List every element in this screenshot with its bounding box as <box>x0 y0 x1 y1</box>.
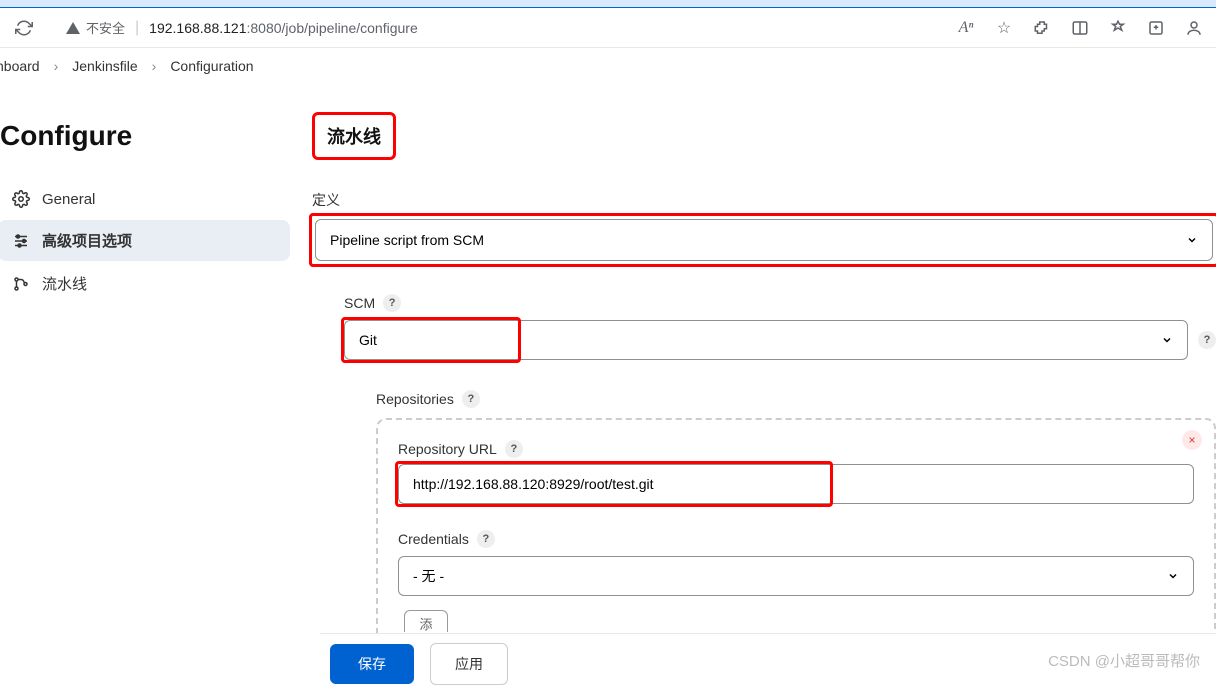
highlight-definition-select: Pipeline script from SCM <box>309 213 1216 267</box>
chevron-down-icon <box>1186 234 1198 246</box>
breadcrumb: hboard › Jenkinsfile › Configuration <box>0 48 1216 84</box>
sliders-icon <box>12 232 30 250</box>
sidebar: Configure General 高级项目选项 流水线 <box>0 84 294 654</box>
address-url[interactable]: 192.168.88.121:8080/job/pipeline/configu… <box>149 20 418 36</box>
help-icon[interactable]: ? <box>477 530 495 548</box>
chevron-down-icon <box>1161 334 1173 346</box>
apply-button[interactable]: 应用 <box>430 643 508 685</box>
breadcrumb-configuration[interactable]: Configuration <box>170 58 253 74</box>
repository-url-input[interactable] <box>398 464 1194 504</box>
watermark: CSDN @小超哥哥帮你 <box>1048 650 1200 671</box>
add-credentials-button[interactable]: 添 <box>404 610 448 632</box>
save-button[interactable]: 保存 <box>330 644 414 684</box>
help-icon[interactable]: ? <box>1198 331 1216 349</box>
insecure-label: 不安全 <box>86 18 125 37</box>
extensions-icon[interactable] <box>1032 18 1052 38</box>
scm-label: SCM ? <box>344 294 1216 312</box>
definition-label: 定义 <box>312 190 1216 210</box>
select-value: Git <box>359 332 377 348</box>
breadcrumb-jenkinsfile[interactable]: Jenkinsfile <box>72 58 137 74</box>
help-icon[interactable]: ? <box>383 294 401 312</box>
sidebar-item-label: General <box>42 191 95 208</box>
credentials-select[interactable]: - 无 - <box>398 556 1194 596</box>
sidebar-item-label: 高级项目选项 <box>42 230 132 251</box>
remove-repository-button[interactable]: × <box>1182 430 1202 450</box>
page-title: Configure <box>0 120 294 152</box>
help-icon[interactable]: ? <box>505 440 523 458</box>
branch-icon <box>12 275 30 293</box>
insecure-badge: 不安全 <box>66 18 125 37</box>
repository-url-label: Repository URL ? <box>398 440 1194 458</box>
font-size-icon[interactable]: Aⁿ <box>956 18 976 38</box>
collections-icon[interactable] <box>1108 18 1128 38</box>
favorite-icon[interactable]: ☆ <box>994 18 1014 38</box>
repositories-label: Repositories ? <box>376 390 1216 408</box>
chevron-down-icon <box>1167 570 1179 582</box>
sidebar-item-advanced[interactable]: 高级项目选项 <box>0 220 290 261</box>
highlight-section-title: 流水线 <box>312 112 396 160</box>
gear-icon <box>12 190 30 208</box>
credentials-label: Credentials ? <box>398 530 1194 548</box>
section-title: 流水线 <box>315 115 393 157</box>
breadcrumb-dashboard[interactable]: hboard <box>0 58 40 74</box>
chevron-right-icon: › <box>152 58 157 74</box>
select-value: Pipeline script from SCM <box>330 232 484 248</box>
definition-select[interactable]: Pipeline script from SCM <box>315 219 1213 261</box>
chevron-right-icon: › <box>54 58 59 74</box>
warning-icon <box>66 22 80 34</box>
profile-icon[interactable] <box>1184 18 1204 38</box>
sidebar-item-pipeline[interactable]: 流水线 <box>0 263 290 304</box>
scm-select[interactable]: Git <box>344 320 1188 360</box>
sidebar-item-general[interactable]: General <box>0 180 290 218</box>
browser-tabs-strip <box>0 0 1216 8</box>
reload-button[interactable] <box>12 16 36 40</box>
downloads-icon[interactable] <box>1146 18 1166 38</box>
browser-toolbar: 不安全 | 192.168.88.121:8080/job/pipeline/c… <box>0 8 1216 48</box>
address-separator: | <box>135 19 139 37</box>
sidebar-toggle-icon[interactable] <box>1070 18 1090 38</box>
select-value: - 无 - <box>413 566 444 586</box>
main-content: 流水线 定义 Pipeline script from SCM SCM ? Gi… <box>294 84 1216 654</box>
sidebar-item-label: 流水线 <box>42 273 87 294</box>
repository-block: × Repository URL ? Credentials ? <box>376 418 1216 654</box>
help-icon[interactable]: ? <box>462 390 480 408</box>
